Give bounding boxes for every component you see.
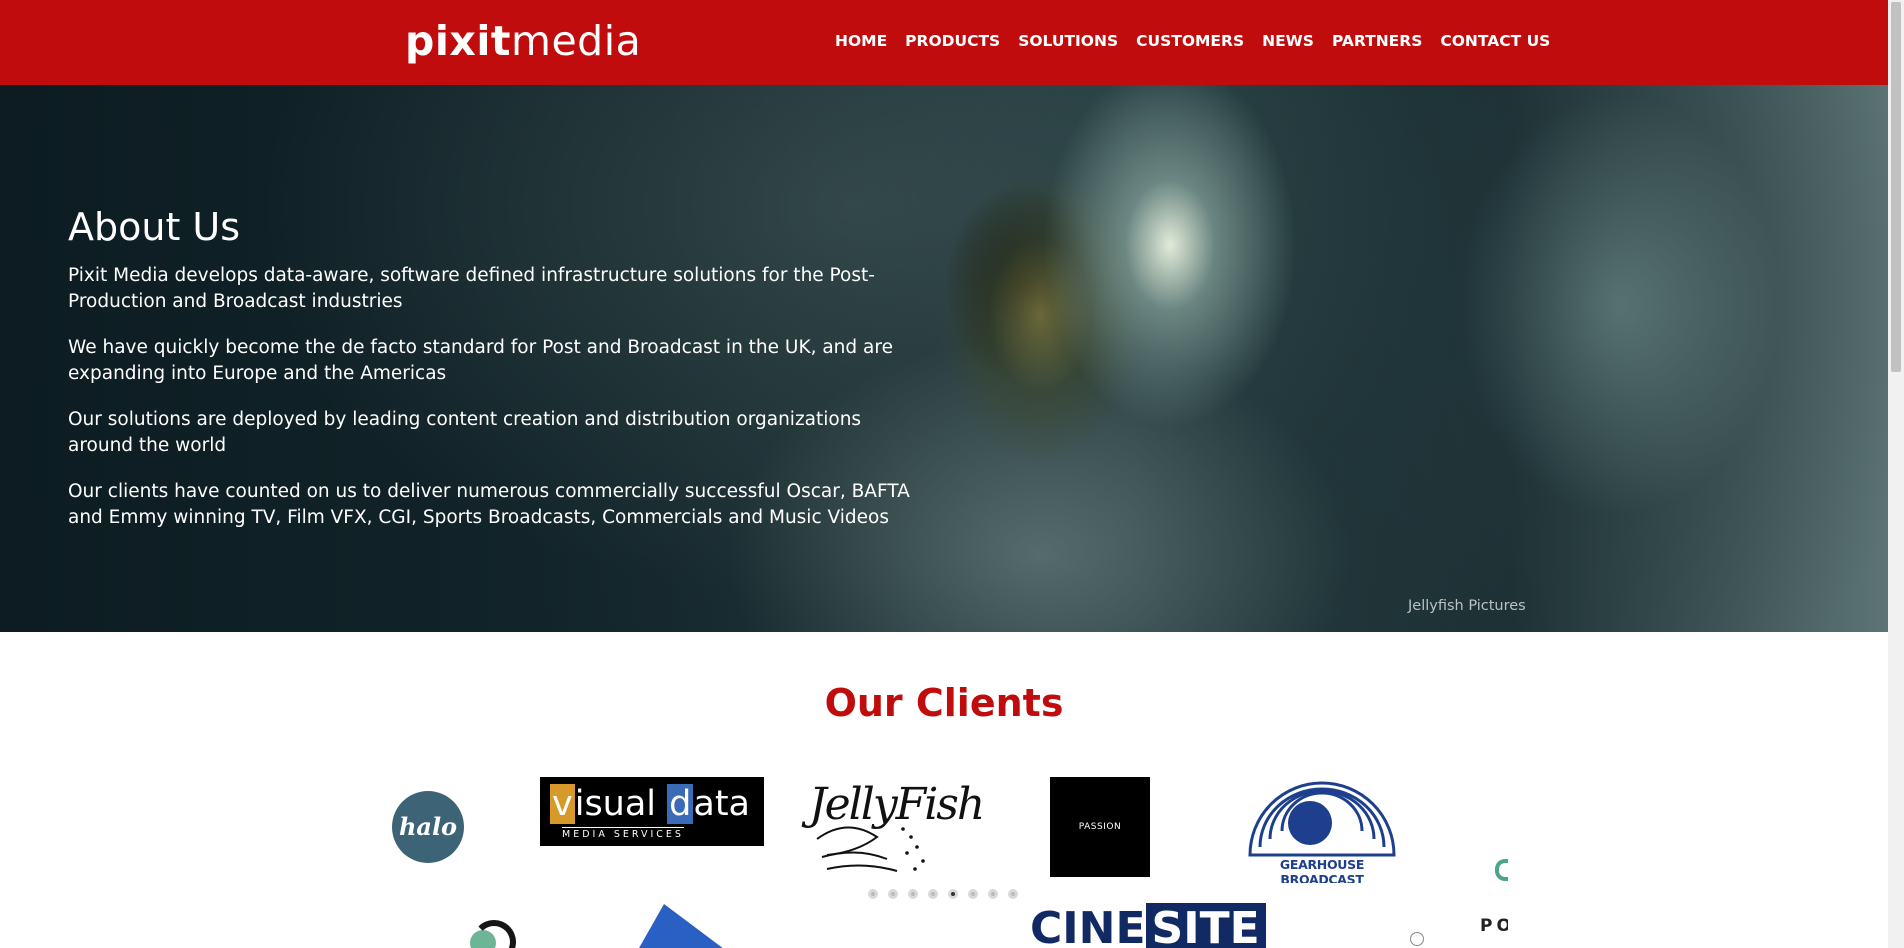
logo-text-light: media <box>511 17 642 65</box>
nav-customers[interactable]: CUSTOMERS <box>1127 28 1253 54</box>
about-hero: About Us Pixit Media develops data-aware… <box>0 85 1888 632</box>
carousel-dot[interactable] <box>1008 889 1018 899</box>
gearhouse-logo-text: GEARHOUSE BROADCAST <box>1279 857 1365 883</box>
clients-carousel-second-row[interactable]: CINE SITE PO <box>390 902 1508 948</box>
visual-data-logo-text: visual data <box>550 784 751 824</box>
nav-contact-us[interactable]: CONTACT US <box>1431 28 1559 54</box>
carousel-dot[interactable] <box>908 889 918 899</box>
nav-solutions[interactable]: SOLUTIONS <box>1009 28 1127 54</box>
carousel-dot[interactable] <box>868 889 878 899</box>
visual-data-v: v <box>550 784 575 824</box>
client-logo-partial[interactable] <box>1495 859 1508 881</box>
client-logo-passion[interactable]: PASSION <box>1050 777 1150 877</box>
pixitmedia-logo[interactable]: pixitmedia <box>405 16 641 66</box>
about-paragraph: Our clients have counted on us to delive… <box>68 481 910 528</box>
carousel-dot-active[interactable] <box>948 889 958 899</box>
logo-text-bold: pixit <box>405 17 512 65</box>
scrollbar-thumb[interactable] <box>1891 2 1901 372</box>
carousel-pagination <box>868 889 1018 899</box>
visual-data-d: d <box>667 784 694 824</box>
page: { "header": { "logo_bold": "pixit", "log… <box>0 0 1904 948</box>
about-paragraph: Our solutions are deployed by leading co… <box>68 409 862 456</box>
carousel-dot[interactable] <box>888 889 898 899</box>
page-scrollbar[interactable] <box>1888 0 1904 948</box>
client-logo-jellyfish[interactable]: JellyFish <box>807 777 985 877</box>
about-content: About Us Pixit Media develops data-aware… <box>68 203 928 551</box>
clients-heading: Our Clients <box>824 681 1064 725</box>
nav-news[interactable]: NEWS <box>1253 28 1323 54</box>
main-nav: HOME PRODUCTS SOLUTIONS CUSTOMERS NEWS P… <box>826 28 1559 54</box>
client-logo-cinesite[interactable]: CINE SITE <box>1030 903 1266 948</box>
visual-data-subtitle: MEDIA SERVICES <box>562 827 684 840</box>
client-logo-visual-data[interactable]: visual data MEDIA SERVICES <box>540 777 764 846</box>
clients-carousel[interactable]: halo visual data MEDIA SERVICES JellyFis… <box>390 773 1508 883</box>
nav-partners[interactable]: PARTNERS <box>1323 28 1431 54</box>
client-logo-halo[interactable]: halo <box>392 791 464 863</box>
halo-logo-text: halo <box>398 812 458 841</box>
visual-data-isual: isual <box>574 784 668 824</box>
nav-products[interactable]: PRODUCTS <box>896 28 1009 54</box>
client-logo-po[interactable]: PO <box>1480 916 1508 936</box>
registered-mark-icon <box>1410 932 1424 946</box>
nav-home[interactable]: HOME <box>826 28 896 54</box>
visual-data-ata: ata <box>693 784 751 824</box>
client-logo-arc-icon <box>472 920 516 948</box>
carousel-dot[interactable] <box>928 889 938 899</box>
gearhouse-globe-icon <box>1248 781 1396 857</box>
client-logo-blue-shape-icon <box>630 904 744 948</box>
carousel-dot[interactable] <box>988 889 998 899</box>
about-paragraph: We have quickly become the de facto stan… <box>68 337 893 384</box>
passion-logo-text: PASSION <box>1078 822 1122 832</box>
carousel-dot[interactable] <box>968 889 978 899</box>
about-paragraph: Pixit Media develops data-aware, softwar… <box>68 265 875 312</box>
cinesite-site: SITE <box>1145 903 1266 948</box>
jellyfish-tentacles-icon <box>816 826 925 872</box>
hero-image-caption: Jellyfish Pictures <box>1408 598 1526 614</box>
client-logo-gearhouse[interactable]: GEARHOUSE BROADCAST <box>1242 777 1402 883</box>
about-title: About Us <box>68 205 241 249</box>
site-header: pixitmedia HOME PRODUCTS SOLUTIONS CUSTO… <box>0 0 1888 85</box>
cinesite-cine: CINE <box>1030 903 1146 948</box>
